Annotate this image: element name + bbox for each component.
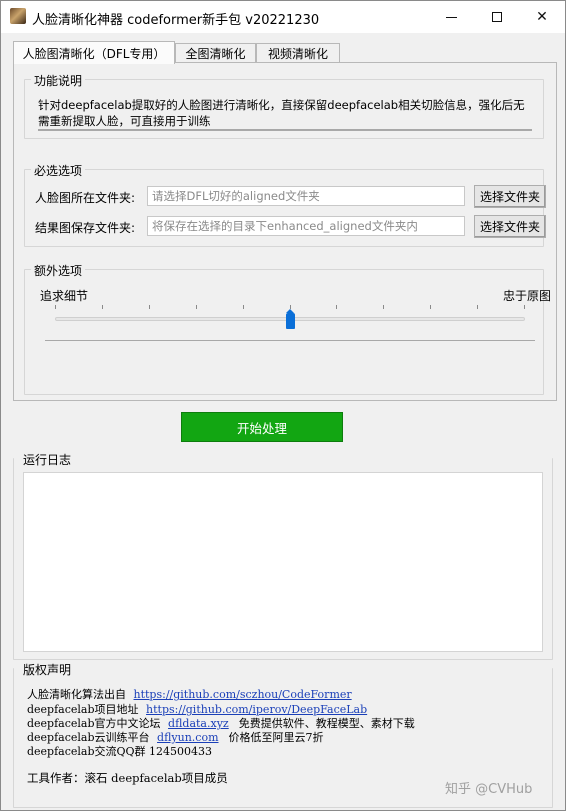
slider-tick [430,305,431,309]
slider-left-label: 追求细节 [40,289,89,303]
extra-options-title: 额外选项 [31,262,86,279]
tab-panel: 功能说明 针对deepfacelab提取好的人脸图进行清晰化，直接保留deepf… [13,62,557,401]
tab-full-image[interactable]: 全图清晰化 [175,43,256,63]
slider-tick [383,305,384,309]
description-text: 针对deepfacelab提取好的人脸图进行清晰化，直接保留deepfacela… [38,97,532,131]
maximize-icon [492,12,502,22]
output-folder-browse-button[interactable]: 选择文件夹 [474,215,546,238]
tab-face-enhance[interactable]: 人脸图清晰化（DFL专用） [13,41,175,64]
extra-options-group: 额外选项 追求细节 忠于原图 [24,262,551,395]
divider-line [45,340,535,341]
app-icon [10,8,26,24]
output-folder-label: 结果图保存文件夹: [35,221,136,235]
required-options-title: 必选选项 [31,162,86,179]
window-title: 人脸清晰化神器 codeformer新手包 v20221230 [32,13,320,28]
slider-tick [149,305,150,309]
watermark: 知乎 @CVHub [445,782,533,797]
slider-tick [524,305,525,309]
detail-fidelity-slider[interactable] [55,305,525,329]
credit-line-codeformer: 人脸清晰化算法出自 https://github.com/sczhou/Code… [27,688,352,701]
description-title: 功能说明 [31,72,86,89]
input-folder-field[interactable]: 请选择DFL切好的aligned文件夹 [147,186,465,206]
minimize-button[interactable] [428,1,474,33]
app-window: 人脸清晰化神器 codeformer新手包 v20221230 ✕ 人脸图清晰化… [0,0,566,811]
minimize-icon [445,16,457,18]
output-folder-field[interactable]: 将保存在选择的目录下enhanced_aligned文件夹内 [147,216,465,236]
log-output[interactable] [23,472,543,652]
close-button[interactable]: ✕ [519,1,565,33]
slider-right-label: 忠于原图 [502,289,551,303]
link-codeformer[interactable]: https://github.com/sczhou/CodeFormer [134,688,352,701]
slider-tick [55,305,56,309]
slider-thumb[interactable] [286,309,295,329]
title-bar[interactable]: 人脸清晰化神器 codeformer新手包 v20221230 ✕ [1,1,565,33]
start-processing-button[interactable]: 开始处理 [181,412,343,442]
tab-video[interactable]: 视频清晰化 [256,43,340,63]
slider-tick [336,305,337,309]
input-folder-label: 人脸图所在文件夹: [35,191,136,205]
required-options-group: 必选选项 人脸图所在文件夹: 请选择DFL切好的aligned文件夹 选择文件夹… [24,162,546,247]
slider-tick [477,305,478,309]
slider-tick [243,305,244,309]
description-group: 功能说明 针对deepfacelab提取好的人脸图进行清晰化，直接保留deepf… [24,72,544,139]
credit-line-qq: deepfacelab交流QQ群 124500433 [27,745,213,758]
input-folder-browse-button[interactable]: 选择文件夹 [474,185,546,208]
author-line: 工具作者：滚石 deepfacelab项目成员 [27,771,228,785]
slider-tick [102,305,103,309]
slider-tick [196,305,197,309]
maximize-button[interactable] [474,1,520,33]
close-icon: ✕ [536,9,548,25]
